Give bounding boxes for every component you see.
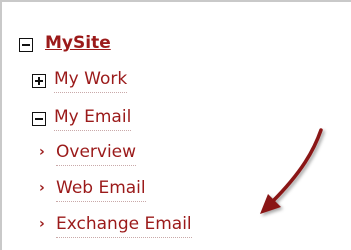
navigation-panel: MySite My Work My Email › Overview › Web… <box>0 0 351 250</box>
arrow-icon <box>260 128 323 214</box>
